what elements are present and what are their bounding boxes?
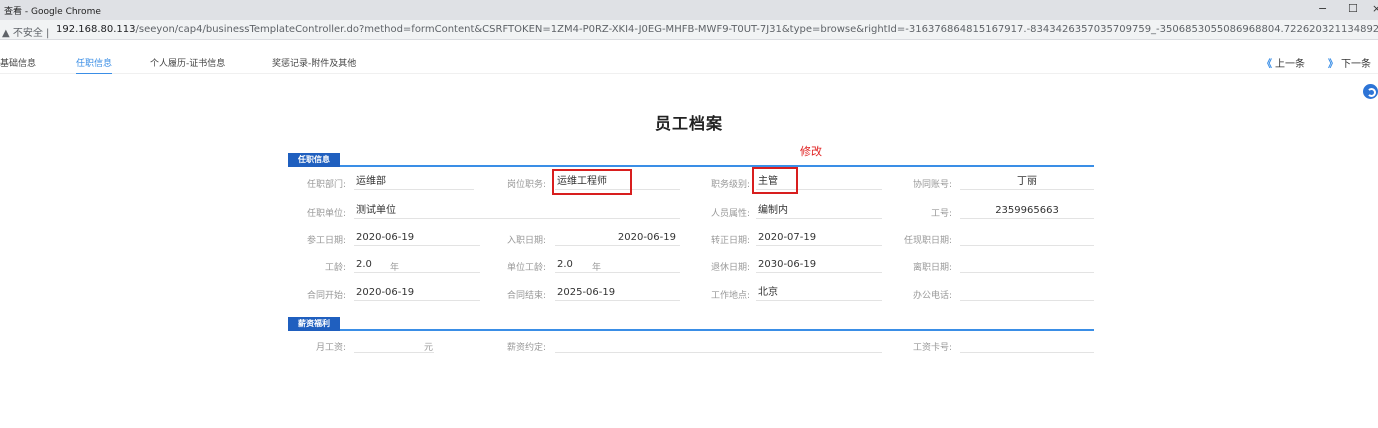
salary-unit: 元: [424, 343, 434, 353]
unit-seniority-unit: 年: [592, 263, 602, 273]
prev-label: 上一条: [1275, 59, 1305, 70]
seniority-unit: 年: [390, 263, 400, 273]
leave-field[interactable]: [960, 256, 1094, 273]
oa-label: 协同账号:: [912, 180, 952, 190]
work-start-label: 参工日期:: [306, 236, 346, 246]
contract-end-field[interactable]: 2025-06-19: [555, 284, 680, 301]
window-title: 查看 - Google Chrome: [4, 7, 101, 17]
tab-resume-certificates[interactable]: 个人履历-证书信息: [150, 56, 225, 69]
tab-basic-info[interactable]: 基础信息: [0, 56, 36, 69]
regular-label: 转正日期:: [710, 236, 750, 246]
emp-no-label: 工号:: [930, 209, 952, 219]
seniority-field[interactable]: 2.0: [354, 256, 480, 273]
salary-label: 月工资:: [315, 343, 346, 353]
position-highlight-box: [552, 169, 632, 195]
location-field[interactable]: 北京: [756, 284, 882, 301]
current-post-field[interactable]: [960, 229, 1094, 246]
join-label: 入职日期:: [506, 236, 546, 246]
section-label: 任职信息: [288, 153, 340, 167]
page-title: 员工档案: [654, 114, 723, 133]
regular-field[interactable]: 2020-07-19: [756, 229, 882, 246]
maximize-icon[interactable]: ☐: [1348, 2, 1358, 15]
unit-label: 任职单位:: [306, 209, 346, 219]
leave-label: 离职日期:: [912, 263, 952, 273]
form-tabs: 基础信息 任职信息 个人履历-证书信息 奖惩记录-附件及其他: [0, 52, 1378, 74]
security-label: 不安全: [12, 28, 43, 39]
tab-rewards-attachments[interactable]: 奖惩记录-附件及其他: [272, 56, 356, 69]
close-icon[interactable]: ×: [1372, 2, 1378, 15]
unit-field[interactable]: 测试单位: [354, 202, 680, 219]
unit-seniority-field[interactable]: 2.0: [555, 256, 680, 273]
address-bar[interactable]: ▲ 不安全 | 192.168.80.113/seeyon/cap4/busin…: [0, 20, 1378, 40]
refresh-icon[interactable]: [1363, 84, 1378, 99]
salary-field[interactable]: [354, 336, 434, 353]
salary-card-field[interactable]: [960, 336, 1094, 353]
emp-no-field[interactable]: 2359965663: [960, 202, 1094, 219]
section-label: 薪资福利: [288, 317, 340, 331]
dept-label: 任职部门:: [306, 180, 346, 190]
url-path: /seeyon/cap4/businessTemplateController.…: [135, 24, 1378, 35]
double-chevron-right-icon: 》: [1328, 59, 1338, 70]
section-salary: 薪资福利: [288, 314, 1094, 331]
url-text[interactable]: 192.168.80.113/seeyon/cap4/businessTempl…: [56, 24, 1378, 35]
unit-seniority-label: 单位工龄:: [506, 263, 546, 273]
minimize-icon[interactable]: −: [1318, 2, 1327, 15]
next-label: 下一条: [1341, 59, 1371, 70]
staff-type-field[interactable]: 编制内: [756, 202, 882, 219]
level-label: 职务级别:: [710, 180, 750, 190]
retire-field[interactable]: 2030-06-19: [756, 256, 882, 273]
contract-start-label: 合同开始:: [306, 291, 346, 301]
location-label: 工作地点:: [710, 291, 750, 301]
section-job-info: 任职信息: [288, 150, 1094, 167]
current-post-label: 任现职日期:: [903, 236, 952, 246]
staff-type-label: 人员属性:: [710, 209, 750, 219]
security-warning[interactable]: ▲ 不安全 |: [2, 24, 49, 39]
contract-start-field[interactable]: 2020-06-19: [354, 284, 480, 301]
dept-field[interactable]: 运维部: [354, 173, 474, 190]
url-host: 192.168.80.113: [56, 24, 136, 35]
salary-agreement-field[interactable]: [555, 336, 882, 353]
work-start-field[interactable]: 2020-06-19: [354, 229, 480, 246]
tab-job-info[interactable]: 任职信息: [76, 56, 113, 74]
oa-field[interactable]: 丁丽: [960, 173, 1094, 190]
phone-label: 办公电话:: [912, 291, 952, 301]
salary-card-label: 工资卡号:: [912, 343, 952, 353]
window-titlebar: 查看 - Google Chrome − ☐ ×: [0, 0, 1378, 20]
prev-record-button[interactable]: 《上一条: [1262, 55, 1305, 70]
double-chevron-left-icon: 《: [1262, 59, 1272, 70]
retire-label: 退休日期:: [710, 263, 750, 273]
position-label: 岗位职务:: [506, 180, 546, 190]
level-highlight-box: [752, 167, 798, 194]
next-record-button[interactable]: 》下一条: [1328, 55, 1371, 70]
salary-agreement-label: 薪资约定:: [506, 343, 546, 353]
seniority-label: 工龄:: [324, 263, 346, 273]
contract-end-label: 合同结束:: [506, 291, 546, 301]
join-field[interactable]: 2020-06-19: [555, 229, 680, 246]
phone-field[interactable]: [960, 284, 1094, 301]
